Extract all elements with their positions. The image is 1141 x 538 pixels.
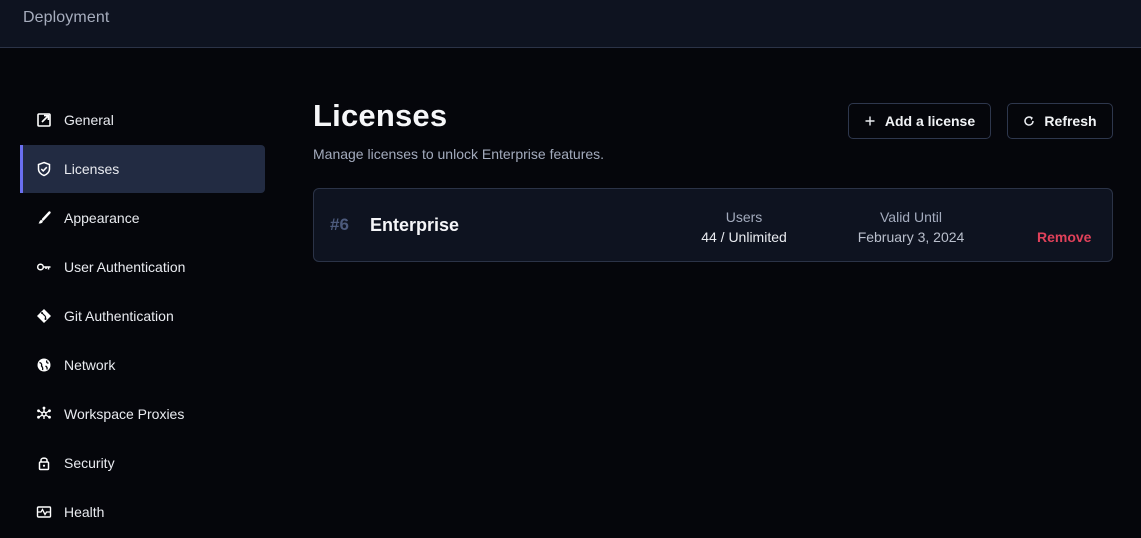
add-license-label: Add a license — [884, 113, 976, 129]
section-title: Deployment — [23, 9, 110, 26]
sidebar-item-licenses[interactable]: Licenses — [20, 145, 265, 193]
sidebar-item-label: Licenses — [64, 161, 120, 177]
globe-icon — [36, 357, 52, 373]
hub-icon — [36, 406, 52, 422]
sidebar-item-label: Network — [64, 357, 116, 373]
sidebar-item-git-authentication[interactable]: Git Authentication — [20, 292, 265, 340]
users-stat: Users 44 / Unlimited — [684, 207, 804, 247]
sidebar-item-label: Workspace Proxies — [64, 406, 185, 422]
sidebar-item-user-authentication[interactable]: User Authentication — [20, 243, 265, 291]
plus-icon — [864, 115, 876, 127]
sidebar-item-health[interactable]: Health — [20, 488, 265, 536]
refresh-icon — [1023, 115, 1035, 127]
license-card: #6 Enterprise Users 44 / Unlimited Valid… — [313, 188, 1113, 262]
valid-until-stat: Valid Until February 3, 2024 — [841, 207, 981, 247]
sidebar-item-label: General — [64, 112, 114, 128]
valid-until-value: February 3, 2024 — [857, 229, 965, 245]
sidebar-item-label: Git Authentication — [64, 308, 174, 324]
page-title: Licenses — [313, 98, 448, 133]
sidebar-item-label: Security — [64, 455, 115, 471]
sidebar-item-general[interactable]: General — [20, 96, 265, 144]
sidebar-item-label: Health — [64, 504, 105, 520]
license-id: #6 — [330, 215, 349, 234]
external-link-icon — [36, 112, 52, 128]
sidebar-item-appearance[interactable]: Appearance — [20, 194, 265, 242]
settings-sidebar: General Licenses Appearance User Authent… — [20, 96, 265, 537]
remove-license-button[interactable]: Remove — [1037, 229, 1091, 245]
shield-check-icon — [36, 161, 52, 177]
lock-icon — [36, 455, 52, 471]
sidebar-item-label: User Authentication — [64, 259, 186, 275]
users-label: Users — [725, 209, 763, 225]
license-name: Enterprise — [370, 215, 460, 235]
sidebar-item-label: Appearance — [64, 210, 140, 226]
users-value: 44 / Unlimited — [701, 229, 787, 245]
sidebar-item-network[interactable]: Network — [20, 341, 265, 389]
top-bar: Deployment — [0, 0, 1141, 48]
monitor-heart-icon — [36, 504, 52, 520]
sidebar-item-security[interactable]: Security — [20, 439, 265, 487]
add-license-button[interactable]: Add a license — [848, 103, 991, 139]
valid-until-label: Valid Until — [880, 209, 942, 225]
key-icon — [36, 259, 52, 275]
refresh-label: Refresh — [1044, 113, 1097, 129]
refresh-button[interactable]: Refresh — [1007, 103, 1113, 139]
sidebar-item-workspace-proxies[interactable]: Workspace Proxies — [20, 390, 265, 438]
git-icon — [36, 308, 52, 324]
page-subtitle: Manage licenses to unlock Enterprise fea… — [313, 146, 605, 162]
brush-icon — [36, 210, 52, 226]
